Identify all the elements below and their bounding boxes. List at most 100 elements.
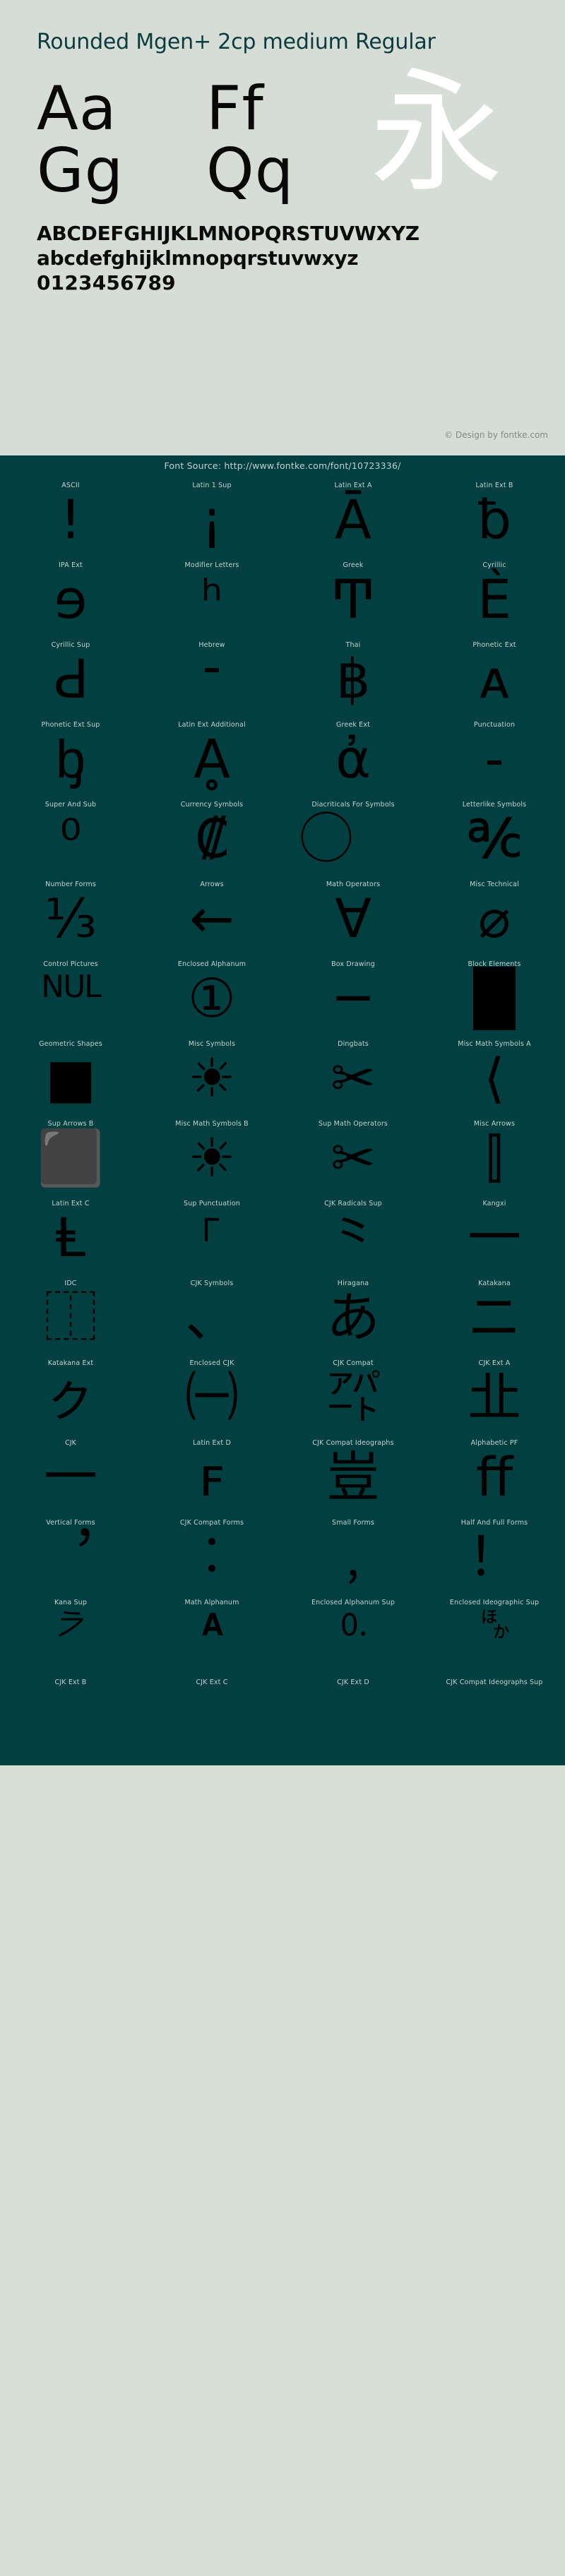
unicode-block-cell[interactable]: Super And Sub ⁰ <box>0 795 141 875</box>
unicode-block-cell[interactable]: Cyrillic Ѐ <box>424 556 565 636</box>
unicode-block-cell[interactable]: CJK Compat Ideographs 豈 <box>282 1433 424 1513</box>
unicode-block-label: Misc Symbols <box>189 1034 235 1050</box>
unicode-block-glyph: ﬀ <box>424 1450 565 1513</box>
unicode-block-cell[interactable]: CJK 一 <box>0 1433 141 1513</box>
block-row: Kana Sup 𛀀 Math Alphanum 𝐀 Enclosed Alphanum… <box>0 1593 565 1673</box>
unicode-block-cell[interactable]: Arrows ← <box>141 875 282 955</box>
font-source-bar[interactable]: Font Source: http://www.fontke.com/font/… <box>0 455 565 476</box>
unicode-block-cell[interactable]: Kangxi ⼀ <box>424 1194 565 1274</box>
unicode-block-label: Currency Symbols <box>181 795 244 811</box>
unicode-block-cell[interactable]: Cyrillic Sup Ԁ <box>0 636 141 715</box>
unicode-block-glyph: ἀ <box>282 732 424 795</box>
unicode-block-cell[interactable]: CJK Compat ㌀ <box>282 1354 424 1433</box>
alphabet-block: ABCDEFGHIJKLMNOPQRSTUVWXYZ abcdefghijklm… <box>0 202 565 295</box>
unicode-block-label: Hiragana <box>338 1274 369 1289</box>
unicode-block-glyph: ־ <box>141 652 282 715</box>
unicode-block-glyph: ꜰ <box>141 1450 282 1513</box>
unicode-block-cell[interactable]: CJK Ext C𪛖 <box>141 1673 282 1753</box>
unicode-block-label: Control Pictures <box>43 955 97 970</box>
unicode-block-glyph: ∀ <box>282 892 424 955</box>
unicode-block-cell[interactable]: Modifier Letters ʰ <box>141 556 282 636</box>
unicode-block-cell[interactable]: ASCII! <box>0 476 141 556</box>
unicode-block-label: Enclosed Alphanum Sup <box>311 1593 395 1609</box>
unicode-block-cell[interactable]: Enclosed Alphanum Sup 🄀 <box>282 1593 424 1673</box>
unicode-block-glyph: ︰ <box>141 1530 282 1593</box>
unicode-block-cell[interactable]: Greek Ext ἀ <box>282 715 424 795</box>
unicode-block-cell[interactable]: Katakana Ext ㇰ <box>0 1354 141 1433</box>
unicode-block-cell[interactable]: Hebrew ־ <box>141 636 282 715</box>
unicode-block-cell[interactable]: Latin Ext AĀ <box>282 476 424 556</box>
unicode-block-label: Hebrew <box>198 636 225 651</box>
unicode-block-cell[interactable]: Phonetic Ext Sup ᶀ <box>0 715 141 795</box>
unicode-block-cell[interactable]: Diacriticals For Symbols⃝ <box>282 795 424 875</box>
unicode-block-cell[interactable]: Alphabetic PF ﬀ <box>424 1433 565 1513</box>
unicode-block-cell[interactable]: CJK Ext D𫝀 <box>282 1673 424 1753</box>
unicode-block-cell[interactable]: Small Forms ﹐ <box>282 1513 424 1593</box>
unicode-block-label: IDC <box>64 1274 76 1289</box>
unicode-block-glyph: Ḁ <box>141 732 282 795</box>
unicode-block-cell[interactable]: Phonetic Ext ᴀ <box>424 636 565 715</box>
unicode-block-glyph: 𝐀 <box>141 1610 282 1673</box>
unicode-block-cell[interactable]: Kana Sup 𛀀 <box>0 1593 141 1673</box>
specimen-pair-ff: Ff <box>206 78 376 141</box>
unicode-blocks-grid: ASCII! Latin 1 Sup ¡ Latin Ext A Ā Latin Ext … <box>0 476 565 1765</box>
unicode-block-cell[interactable]: Dingbats ✂ <box>282 1034 424 1114</box>
unicode-block-cell[interactable]: Math Operators ∀ <box>282 875 424 955</box>
unicode-block-label: CJK Compat Forms <box>180 1513 244 1529</box>
unicode-block-cell[interactable]: Latin Ext Bƀ <box>424 476 565 556</box>
block-row: Sup Arrows B ⬛ Misc Math Symbols B ☀ Sup Mat… <box>0 1114 565 1194</box>
unicode-block-glyph: ☀ <box>141 1051 282 1114</box>
unicode-block-cell[interactable]: CJK Symbols、 <box>141 1274 282 1354</box>
unicode-block-cell[interactable]: Misc Symbols ☀ <box>141 1034 282 1114</box>
unicode-block-glyph: ⼀ <box>424 1211 565 1274</box>
unicode-block-cell[interactable]: Misc Arrows ⫿ <box>424 1114 565 1194</box>
unicode-block-cell[interactable]: Sup Arrows B ⬛ <box>0 1114 141 1194</box>
unicode-block-cell[interactable]: Hiragana あ <box>282 1274 424 1354</box>
unicode-block-cell[interactable]: CJK Compat Ideographs Sup 丽 <box>424 1673 565 1753</box>
unicode-block-cell[interactable]: Currency Symbols ₡ <box>141 795 282 875</box>
unicode-block-cell[interactable]: Misc Math Symbols B ☀ <box>141 1114 282 1194</box>
unicode-block-cell[interactable]: Katakana ニ <box>424 1274 565 1354</box>
unicode-block-cell[interactable]: Latin Ext Dꜰ <box>141 1433 282 1513</box>
unicode-block-cell[interactable]: CJK Radicals Sup ⺀ <box>282 1194 424 1274</box>
unicode-block-cell[interactable]: Vertical Forms ︐ <box>0 1513 141 1593</box>
unicode-block-cell[interactable]: Latin 1 Sup ¡ <box>141 476 282 556</box>
unicode-block-label: Enclosed Ideographic Sup <box>450 1593 539 1609</box>
unicode-block-glyph: 🈀 <box>424 1610 565 1673</box>
unicode-block-cell[interactable]: CJK Ext B𠀀 <box>0 1673 141 1753</box>
unicode-block-cell[interactable]: Latin Ext Additional Ḁ <box>141 715 282 795</box>
unicode-block-cell[interactable]: Box Drawing ─ <box>282 955 424 1034</box>
unicode-block-cell[interactable]: IPA Ext ɘ <box>0 556 141 636</box>
unicode-block-glyph: ← <box>141 892 282 955</box>
unicode-block-glyph: ︐ <box>0 1530 141 1593</box>
unicode-block-cell[interactable]: Letterlike Symbols ℀ <box>424 795 565 875</box>
unicode-block-cell[interactable]: Latin Ext CⱠ <box>0 1194 141 1274</box>
unicode-block-cell[interactable]: Enclosed CJK ㈠ <box>141 1354 282 1433</box>
unicode-block-label: Super And Sub <box>45 795 96 811</box>
unicode-block-cell[interactable]: IDC ⿰ <box>0 1274 141 1354</box>
unicode-block-label: Kangxi <box>482 1194 506 1210</box>
unicode-block-cell[interactable]: CJK Ext A㐀 <box>424 1354 565 1433</box>
unicode-block-glyph: 、 <box>141 1291 282 1354</box>
unicode-block-glyph: ✂ <box>282 1131 424 1194</box>
unicode-block-cell[interactable]: Half And Full Forms！ <box>424 1513 565 1593</box>
unicode-block-cell[interactable]: Number Forms ⅓ <box>0 875 141 955</box>
unicode-block-cell[interactable]: CJK Compat Forms ︰ <box>141 1513 282 1593</box>
unicode-block-cell[interactable]: Enclosed Alphanum ① <box>141 955 282 1034</box>
unicode-block-cell[interactable]: Punctuation ‐ <box>424 715 565 795</box>
unicode-block-glyph: ¡ <box>141 493 282 556</box>
unicode-block-cell[interactable]: Math Alphanum 𝐀 <box>141 1593 282 1673</box>
unicode-block-cell[interactable]: Misc Technical ⌀ <box>424 875 565 955</box>
unicode-block-cell[interactable]: Misc Math Symbols A ⟨ <box>424 1034 565 1114</box>
unicode-block-cell[interactable]: Block Elements █ <box>424 955 565 1034</box>
unicode-block-label: Box Drawing <box>331 955 375 970</box>
unicode-block-label: Number Forms <box>45 875 96 890</box>
unicode-block-cell[interactable]: Greek Ͳ <box>282 556 424 636</box>
block-row: Geometric Shapes ■ Misc Symbols ☀ Dingbats ✂ M… <box>0 1034 565 1114</box>
unicode-block-cell[interactable]: Sup Math Operators ✂ <box>282 1114 424 1194</box>
unicode-block-cell[interactable]: Geometric Shapes ■ <box>0 1034 141 1114</box>
unicode-block-cell[interactable]: Thai ฿ <box>282 636 424 715</box>
unicode-block-cell[interactable]: Control Pictures NUL <box>0 955 141 1034</box>
unicode-block-cell[interactable]: Sup Punctuation ⸀ <box>141 1194 282 1274</box>
unicode-block-cell[interactable]: Enclosed Ideographic Sup 🈀 <box>424 1593 565 1673</box>
